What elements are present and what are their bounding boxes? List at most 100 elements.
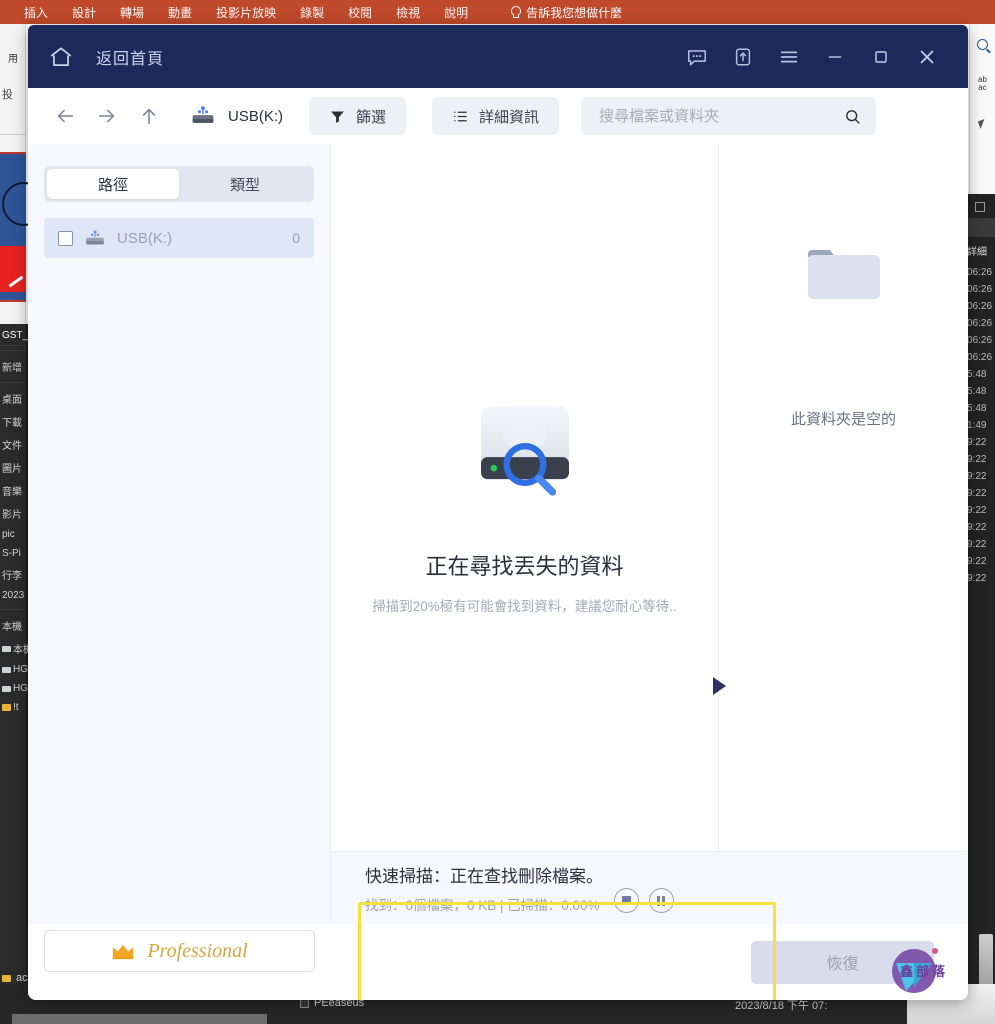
center-panel: 正在尋找丟失的資料 掃描到20%極有可能會找到資料，建議您耐心等待.. — [331, 144, 726, 924]
feedback-icon[interactable] — [674, 37, 720, 77]
explorer-timestamp: 9:22 — [967, 454, 987, 465]
ribbon-tab-slideshow[interactable]: 投影片放映 — [216, 4, 276, 21]
explorer-timestamp: 06:26 — [967, 335, 993, 346]
explorer-timestamp: 1:49 — [967, 420, 987, 431]
sidebar-item-pictures[interactable]: 圖片 — [0, 456, 26, 479]
explorer-timestamp: 06:26 — [967, 301, 993, 312]
ribbon-tab-transitions[interactable]: 轉場 — [120, 4, 144, 21]
sidebar-item-music[interactable]: 音樂 — [0, 479, 26, 502]
up-icon[interactable] — [128, 96, 170, 136]
ribbon-tab-animations[interactable]: 動畫 — [168, 4, 192, 21]
explorer-timestamp: 9:22 — [967, 573, 987, 584]
scan-status-area: 正在尋找丟失的資料 掃描到20%極有可能會找到資料，建議您耐心等待.. — [331, 144, 718, 924]
crown-icon — [113, 944, 134, 959]
list-icon — [454, 111, 467, 121]
sidebar-item-thispc[interactable]: 本機 — [0, 614, 26, 637]
drive-icon — [2, 685, 11, 692]
drive-list-item-usb[interactable]: USB(K:) 0 — [44, 218, 314, 258]
explorer-timestamp: 9:22 — [967, 522, 987, 533]
explorer-timestamp: 9:22 — [967, 505, 987, 516]
close-icon[interactable] — [904, 37, 950, 77]
left-panel-filler — [28, 258, 330, 924]
scanning-drive-icon — [480, 405, 569, 496]
explorer-timestamp: 5:48 — [967, 386, 987, 397]
watermark-text: 鑫部落 — [899, 963, 948, 979]
expand-preview-icon[interactable] — [713, 677, 726, 695]
details-label: 詳細資訊 — [479, 108, 540, 126]
sidebar-item-folder[interactable]: !t — [0, 698, 26, 717]
explorer-timestamp-list: 06:26 06:26 06:26 06:26 06:26 06:26 5:48 5:48 5:… — [965, 264, 995, 587]
menu-icon[interactable] — [766, 37, 812, 77]
sidebar-item-desktop[interactable]: 桌面 — [0, 387, 26, 410]
ribbon-tab-record[interactable]: 錄製 — [300, 4, 324, 21]
divider — [0, 350, 26, 351]
back-to-home-label[interactable]: 返回首頁 — [96, 45, 164, 69]
explorer-new-item[interactable]: 新增 — [0, 355, 26, 378]
sidebar-item-hg1[interactable]: HG — [0, 660, 28, 679]
pause-scan-button[interactable] — [648, 888, 674, 913]
search-box[interactable] — [581, 97, 877, 135]
slide-thumbnail[interactable] — [0, 152, 46, 302]
folder-icon — [2, 704, 11, 711]
ppt-select-row[interactable] — [970, 104, 995, 144]
home-icon[interactable] — [48, 44, 74, 70]
divider — [0, 609, 26, 610]
stop-scan-button[interactable] — [613, 888, 639, 913]
sidebar-item-2023[interactable]: 2023 — [0, 586, 26, 605]
lightbulb-icon — [510, 5, 522, 19]
sidebar-item-pic[interactable]: pic — [0, 525, 26, 544]
current-drive[interactable]: USB(K:) — [190, 105, 283, 127]
sidebar-item-spi[interactable]: S-Pi — [0, 544, 26, 563]
tell-me-box[interactable]: 告訴我您想做什麼 — [510, 4, 622, 21]
empty-folder-text: 此資料夾是空的 — [790, 411, 896, 428]
sidebar-item-documents[interactable]: 文件 — [0, 433, 26, 456]
details-button[interactable]: 詳細資訊 — [432, 97, 560, 135]
view-mode-tabs: 路徑 類型 — [44, 166, 314, 202]
explorer-timestamp: 9:22 — [967, 471, 987, 482]
ppt-mini-tab: 用 — [8, 54, 18, 65]
replace-icon: ab ac — [978, 75, 987, 92]
scan-status-main: 快速掃描：正在查找刪除檔案。 — [365, 867, 603, 886]
ribbon-tab-help[interactable]: 說明 — [444, 4, 468, 21]
drive-item-count: 0 — [292, 230, 300, 246]
upload-icon[interactable] — [720, 37, 766, 77]
footer-left: Professional — [28, 930, 331, 994]
sidebar-item-videos[interactable]: 影片 — [0, 502, 26, 525]
drive-item-label: USB(K:) — [117, 229, 173, 247]
tab-type[interactable]: 類型 — [179, 169, 311, 199]
status-sub-row: 找到：0個檔案，0 KB | 已掃描：0.00% — [365, 887, 674, 914]
explorer-file-list-right: 詳細 06:26 06:26 06:26 06:26 06:26 06:26 5:48 5:4… — [965, 194, 995, 1024]
sidebar-item-hg2[interactable]: HG — [0, 679, 28, 698]
ppt-replace-row[interactable]: ab ac — [970, 64, 995, 104]
back-icon[interactable] — [44, 96, 86, 136]
maximize-icon[interactable] — [858, 37, 904, 77]
explorer-timestamp: 06:26 — [967, 352, 993, 363]
ppt-search-row[interactable] — [970, 24, 995, 64]
ribbon-tab-insert[interactable]: 插入 — [24, 4, 48, 21]
tab-path[interactable]: 路徑 — [47, 169, 179, 199]
explorer-timestamp: 5:48 — [967, 369, 987, 380]
select-all-checkbox[interactable] — [975, 202, 985, 212]
navigation-toolbar: USB(K:) 篩選 詳細資訊 — [28, 88, 968, 144]
ribbon-tab-design[interactable]: 設計 — [72, 4, 96, 21]
minimize-icon[interactable] — [812, 37, 858, 77]
forward-icon[interactable] — [86, 96, 128, 136]
explorer-selection-bar — [12, 1014, 267, 1024]
recover-label: 恢復 — [826, 956, 859, 973]
explorer-timestamp: 9:22 — [967, 556, 987, 567]
usb-drive-icon — [86, 229, 104, 244]
ribbon-tab-review[interactable]: 校閱 — [348, 4, 372, 21]
tell-me-label: 告訴我您想做什麼 — [526, 5, 623, 20]
folder-icon — [2, 974, 11, 982]
professional-upgrade-button[interactable]: Professional — [44, 930, 315, 972]
search-input[interactable] — [599, 107, 844, 125]
pro-wrap: Professional — [28, 930, 331, 994]
sidebar-item-thispc2[interactable]: 本機 — [0, 637, 33, 660]
sidebar-item-downloads[interactable]: 下載 — [0, 410, 26, 433]
ribbon-tab-view[interactable]: 檢視 — [396, 4, 420, 21]
powerpoint-ribbon: 插入 設計 轉場 動畫 投影片放映 錄製 校閱 檢視 說明 告訴我您想做什麼 — [0, 0, 995, 24]
filter-button[interactable]: 篩選 — [309, 97, 407, 135]
sidebar-item-luggage[interactable]: 行李 — [0, 563, 26, 586]
drive-checkbox[interactable] — [58, 230, 73, 246]
scan-controls — [613, 888, 674, 913]
